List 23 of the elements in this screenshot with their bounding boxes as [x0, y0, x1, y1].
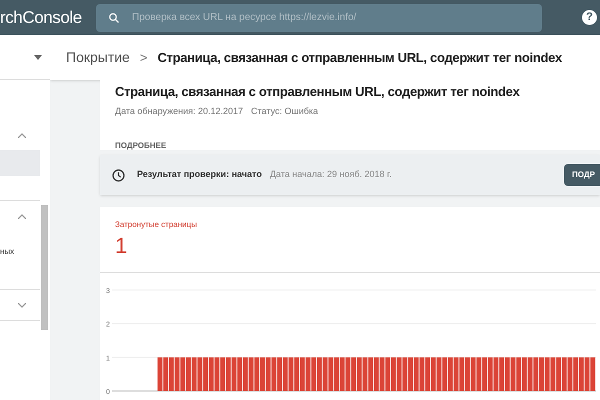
search-field[interactable]: Проверка всех URL на ресурсе https://lezvie.info/ — [96, 4, 542, 32]
search-icon — [108, 12, 120, 24]
dropdown-caret-icon[interactable] — [34, 54, 42, 60]
breadcrumb-current: Страница, связанная с отправленным URL, содержит тег noindex — [157, 48, 562, 67]
affected-pages-label: Затронутые страницы — [115, 219, 198, 231]
clock-icon — [112, 168, 125, 182]
issue-title: Страница, связанная с отправленным URL, содержит тег noindex — [115, 83, 521, 101]
detected-date: Дата обнаружения: 20.12.2017 — [115, 104, 244, 118]
breadcrumb-separator: > — [140, 48, 148, 67]
chevron-up-icon[interactable] — [18, 214, 26, 218]
more-link[interactable]: ПОДРОБНЕЕ — [115, 140, 600, 152]
scrollbar[interactable] — [41, 205, 48, 330]
search-input[interactable]: Проверка всех URL на ресурсе https://lezvie.info/ — [132, 10, 530, 25]
chevron-down-icon[interactable] — [18, 302, 26, 308]
validation-result: Результат проверки: начато — [137, 168, 262, 182]
chevron-up-icon[interactable] — [18, 132, 26, 138]
affected-pages-count: 1 — [115, 233, 128, 260]
validation-start-date: Дата начала: 29 нояб. 2018 г. — [270, 168, 392, 182]
app-logo: rchConsole — [0, 6, 83, 29]
status-text: Статус: Ошибка — [251, 104, 318, 118]
help-icon[interactable]: ? — [582, 10, 597, 25]
details-button[interactable]: ПОДР — [564, 164, 600, 186]
breadcrumb-link[interactable]: Покрытие — [66, 47, 130, 68]
